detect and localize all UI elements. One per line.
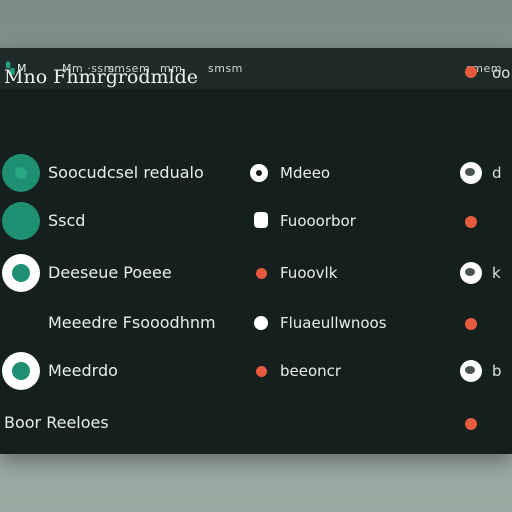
radio-icon[interactable] [250, 164, 268, 182]
item-right-label: d [492, 164, 502, 182]
item-name: Meeedre Fsooodhnm [48, 313, 216, 332]
item-right-label: b [492, 362, 502, 380]
toggle-icon[interactable] [460, 262, 482, 284]
item-right-label: k [492, 264, 501, 282]
item-status-label: Fluaeullwnoos [280, 314, 387, 332]
list-item[interactable]: Boor Reeloes [0, 400, 512, 446]
avatar [2, 352, 40, 390]
menu-item-4[interactable]: smsm [208, 62, 243, 75]
item-status-label: Fuooorbor [280, 212, 356, 230]
item-status-label: Mdeeo [280, 164, 331, 182]
status-dot-icon [465, 418, 477, 430]
page-title: Mno Fhmrgrodmlde [4, 66, 199, 88]
list-item[interactable]: Deeseue Poeee Fuoovlk k [0, 250, 512, 296]
item-name: Sscd [48, 211, 86, 230]
item-status-label: Fuoovlk [280, 264, 338, 282]
toggle-icon[interactable] [460, 360, 482, 382]
list-item[interactable]: Meeedre Fsooodhnm Fluaeullwnoos [0, 300, 512, 346]
item-status-label: beeoncr [280, 362, 342, 380]
status-dot-icon [256, 268, 267, 279]
status-dot-icon [465, 318, 477, 330]
item-name: Meedrdo [48, 361, 118, 380]
item-name: Boor Reeloes [4, 413, 109, 432]
checkbox-icon[interactable] [254, 316, 268, 330]
avatar [2, 202, 40, 240]
list-item[interactable]: Meedrdo beeoncr b [0, 348, 512, 394]
status-dot-icon [465, 66, 477, 78]
avatar [2, 154, 40, 192]
header-right-label: oo [492, 64, 511, 82]
list-item[interactable]: Sscd Fuooorbor [0, 198, 512, 244]
avatar [2, 254, 40, 292]
item-name: Soocudcsel redualo [48, 163, 204, 182]
item-name: Deeseue Poeee [48, 263, 172, 282]
status-dot-icon [256, 366, 267, 377]
status-dot-icon [465, 216, 477, 228]
checkbox-icon[interactable] [254, 212, 268, 228]
toggle-icon[interactable] [460, 162, 482, 184]
list-item[interactable]: Soocudcsel redualo Mdeeo d [0, 150, 512, 196]
